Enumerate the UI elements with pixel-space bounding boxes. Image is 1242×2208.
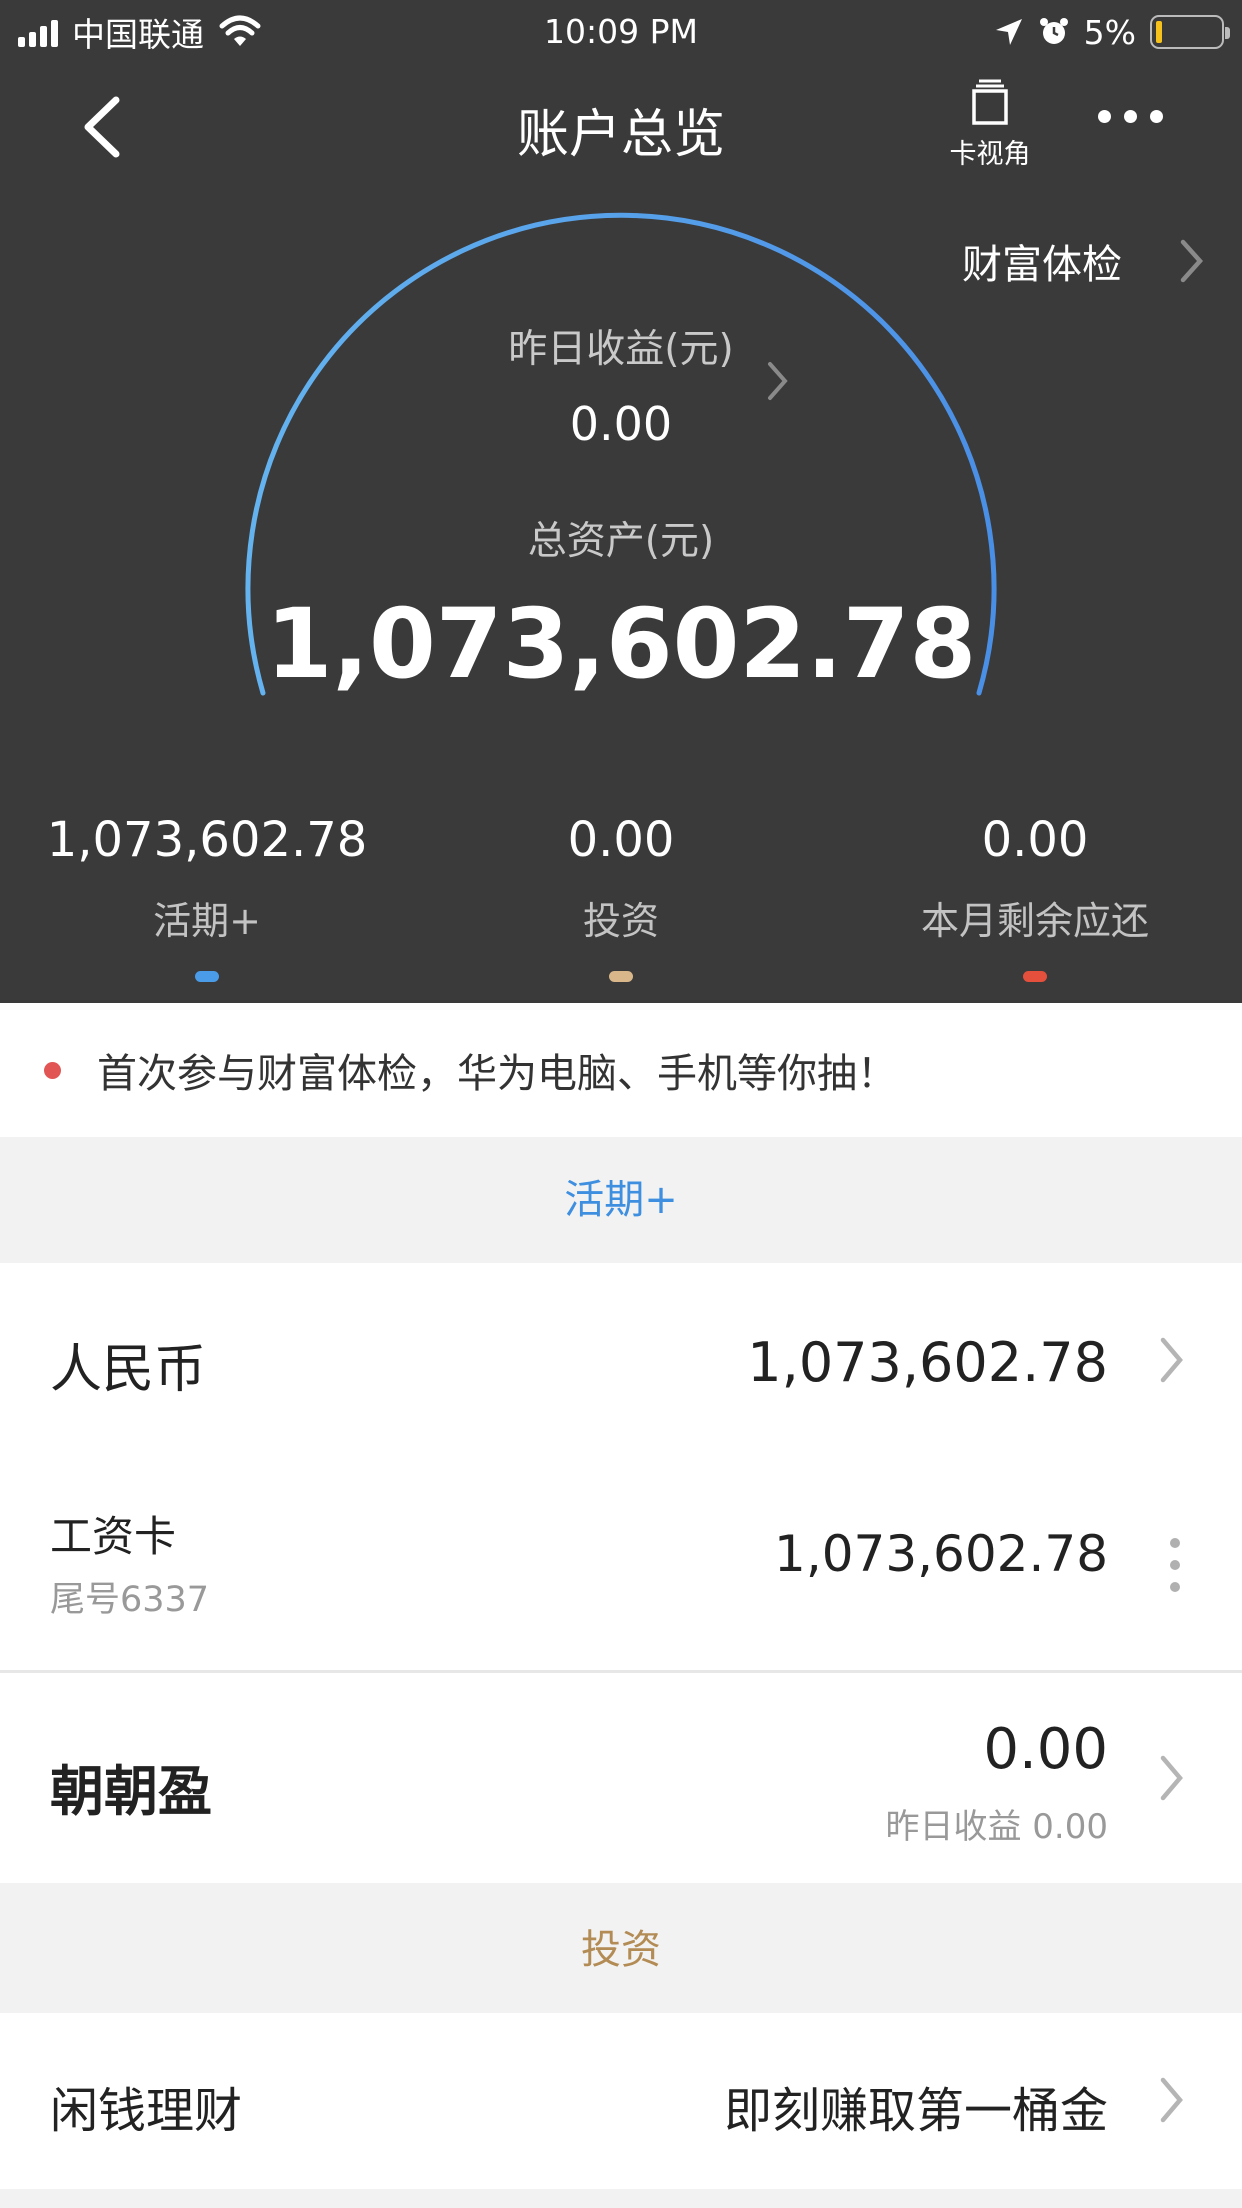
stat-invest-value: 0.00 bbox=[567, 812, 675, 868]
stat-current[interactable]: 1,073,602.78 活期+ bbox=[0, 812, 414, 945]
section-invest-title: 投资 bbox=[581, 1927, 661, 1973]
salary-card-tail: 尾号6337 bbox=[50, 1580, 210, 1620]
stat-invest[interactable]: 0.00 投资 bbox=[414, 812, 828, 945]
rmb-amount: 1,073,602.78 bbox=[747, 1331, 1108, 1394]
rmb-title: 人民币 bbox=[50, 1340, 207, 1400]
idle-money-row[interactable]: 闲钱理财 即刻赚取第一桶金 bbox=[0, 2013, 1242, 2189]
promo-text: 首次参与财富体检，华为电脑、手机等你抽！ bbox=[97, 1051, 897, 1097]
stat-current-value: 1,073,602.78 bbox=[46, 812, 368, 868]
rmb-chevron-icon[interactable] bbox=[1158, 1335, 1186, 1385]
total-assets-value: 1,073,602.78 bbox=[265, 588, 977, 700]
promo-dot bbox=[44, 1061, 61, 1079]
zzy-amount: 0.00 bbox=[983, 1717, 1108, 1782]
stat-invest-indicator bbox=[609, 971, 633, 982]
promo-banner[interactable]: 首次参与财富体检，华为电脑、手机等你抽！ bbox=[0, 1003, 1242, 1137]
zzy-chevron-icon bbox=[1160, 1755, 1183, 1801]
zzy-yesterday-earnings: 昨日收益 0.00 bbox=[885, 1807, 1108, 1847]
yesterday-earnings-value: 0.00 bbox=[569, 397, 673, 451]
stat-repay-label: 本月剩余应还 bbox=[920, 899, 1149, 943]
salary-card-amount: 1,073,602.78 bbox=[774, 1525, 1108, 1583]
idle-money-chevron-icon bbox=[1160, 2077, 1183, 2123]
stat-current-label: 活期+ bbox=[153, 899, 261, 943]
salary-card-title: 工资卡 bbox=[50, 1512, 177, 1561]
idle-money-title: 闲钱理财 bbox=[50, 2083, 243, 2139]
zzy-row[interactable]: 朝朝盈 0.00 昨日收益 0.00 bbox=[0, 1673, 1242, 1883]
idle-money-promo: 即刻赚取第一桶金 bbox=[723, 2083, 1108, 2139]
section-current-title: 活期+ bbox=[564, 1177, 678, 1223]
yesterday-earnings-label: 昨日收益(元) bbox=[508, 327, 734, 372]
stat-current-indicator bbox=[195, 971, 219, 982]
yesterday-earnings-chevron-icon[interactable] bbox=[766, 360, 790, 402]
total-assets-label: 总资产(元) bbox=[527, 519, 715, 564]
stat-repay-indicator bbox=[1023, 971, 1047, 982]
stat-repay-value: 0.00 bbox=[981, 812, 1089, 868]
zzy-title: 朝朝盈 bbox=[50, 1760, 212, 1823]
salary-card-more-icon[interactable] bbox=[1170, 1538, 1180, 1592]
current-card-group: 人民币 1,073,602.78 工资卡 尾号6337 1,073,602.78 bbox=[0, 1263, 1242, 1673]
stat-invest-label: 投资 bbox=[582, 899, 659, 943]
stat-repay[interactable]: 0.00 本月剩余应还 bbox=[828, 812, 1242, 945]
